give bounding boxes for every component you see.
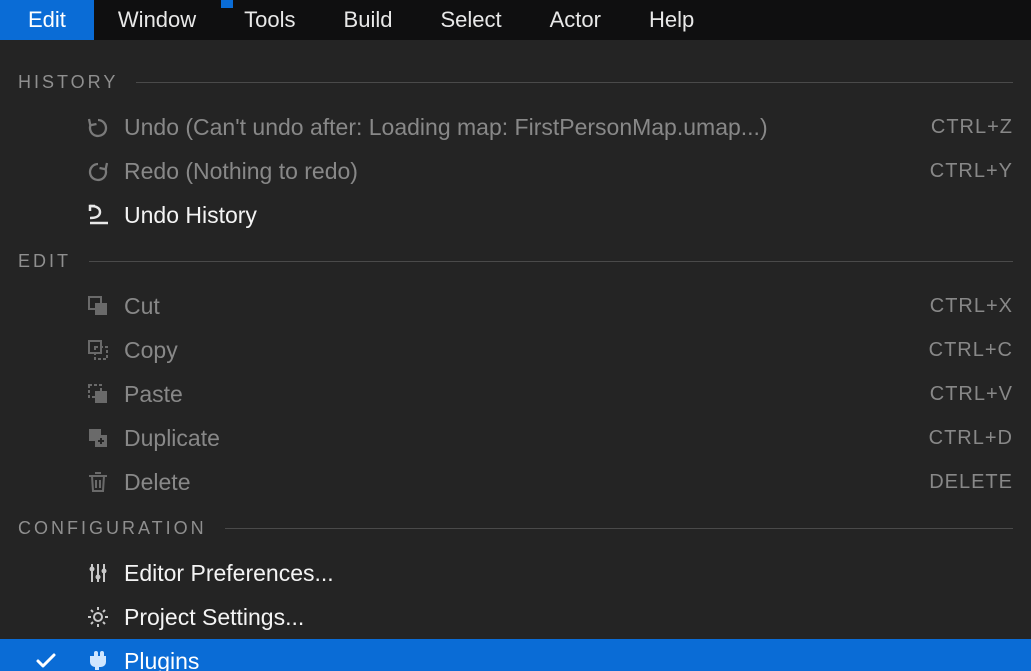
menubar-label: Edit bbox=[28, 7, 66, 33]
menubar-label: Window bbox=[118, 7, 196, 33]
menu-delete[interactable]: Delete DELETE bbox=[0, 460, 1031, 504]
undo-icon bbox=[82, 115, 114, 139]
menubar-label: Help bbox=[649, 7, 694, 33]
menubar: Edit Window Tools Build Select Actor Hel… bbox=[0, 0, 1031, 40]
menu-undo-history[interactable]: Undo History bbox=[0, 193, 1031, 237]
copy-icon bbox=[82, 338, 114, 362]
menu-label: Duplicate bbox=[124, 425, 220, 452]
menubar-label: Tools bbox=[244, 7, 295, 33]
menu-redo[interactable]: Redo (Nothing to redo) CTRL+Y bbox=[0, 149, 1031, 193]
menu-label: Paste bbox=[124, 381, 183, 408]
menubar-window[interactable]: Window bbox=[94, 0, 220, 40]
menu-label: Delete bbox=[124, 469, 190, 496]
sliders-icon bbox=[82, 561, 114, 585]
check-icon bbox=[34, 649, 58, 671]
menubar-build[interactable]: Build bbox=[320, 0, 417, 40]
menu-label: Undo History bbox=[124, 202, 257, 229]
cut-icon bbox=[82, 294, 114, 318]
menu-label: Redo (Nothing to redo) bbox=[124, 158, 358, 185]
section-rule bbox=[225, 528, 1013, 529]
paste-icon bbox=[82, 382, 114, 406]
menu-paste[interactable]: Paste CTRL+V bbox=[0, 372, 1031, 416]
menu-duplicate[interactable]: Duplicate CTRL+D bbox=[0, 416, 1031, 460]
menu-cut[interactable]: Cut CTRL+X bbox=[0, 284, 1031, 328]
menu-shortcut: CTRL+C bbox=[929, 339, 1013, 362]
menubar-label: Select bbox=[440, 7, 501, 33]
menu-plugins[interactable]: Plugins bbox=[0, 639, 1031, 671]
section-edit: EDIT bbox=[0, 237, 1031, 284]
menu-shortcut: CTRL+D bbox=[929, 427, 1013, 450]
section-history: HISTORY bbox=[0, 72, 1031, 105]
redo-icon bbox=[82, 159, 114, 183]
gear-icon bbox=[82, 605, 114, 629]
menubar-help[interactable]: Help bbox=[625, 0, 718, 40]
section-configuration: CONFIGURATION bbox=[0, 504, 1031, 551]
menu-shortcut: CTRL+Y bbox=[930, 160, 1013, 183]
section-rule bbox=[136, 82, 1013, 83]
menu-shortcut: CTRL+Z bbox=[931, 116, 1013, 139]
menubar-actor[interactable]: Actor bbox=[526, 0, 625, 40]
menu-label: Plugins bbox=[124, 648, 199, 671]
menu-copy[interactable]: Copy CTRL+C bbox=[0, 328, 1031, 372]
edit-dropdown: HISTORY Undo (Can't undo after: Loading … bbox=[0, 40, 1031, 671]
menubar-select[interactable]: Select bbox=[416, 0, 525, 40]
menu-shortcut: DELETE bbox=[929, 471, 1013, 494]
menu-shortcut: CTRL+X bbox=[930, 295, 1013, 318]
section-title: HISTORY bbox=[18, 72, 118, 93]
undo-history-icon bbox=[82, 203, 114, 227]
menu-label: Editor Preferences... bbox=[124, 560, 334, 587]
delete-icon bbox=[82, 470, 114, 494]
menu-label: Project Settings... bbox=[124, 604, 304, 631]
menubar-edit[interactable]: Edit bbox=[0, 0, 94, 40]
menubar-label: Build bbox=[344, 7, 393, 33]
section-title: CONFIGURATION bbox=[18, 518, 207, 539]
menubar-label: Actor bbox=[550, 7, 601, 33]
section-title: EDIT bbox=[18, 251, 71, 272]
menu-label: Undo (Can't undo after: Loading map: Fir… bbox=[124, 114, 768, 141]
menu-shortcut: CTRL+V bbox=[930, 383, 1013, 406]
menu-label: Cut bbox=[124, 293, 160, 320]
duplicate-icon bbox=[82, 426, 114, 450]
section-rule bbox=[89, 261, 1013, 262]
plugin-icon bbox=[82, 649, 114, 671]
menu-label: Copy bbox=[124, 337, 178, 364]
menubar-tools[interactable]: Tools bbox=[220, 0, 319, 40]
menu-project-settings[interactable]: Project Settings... bbox=[0, 595, 1031, 639]
menu-undo[interactable]: Undo (Can't undo after: Loading map: Fir… bbox=[0, 105, 1031, 149]
menu-editor-preferences[interactable]: Editor Preferences... bbox=[0, 551, 1031, 595]
